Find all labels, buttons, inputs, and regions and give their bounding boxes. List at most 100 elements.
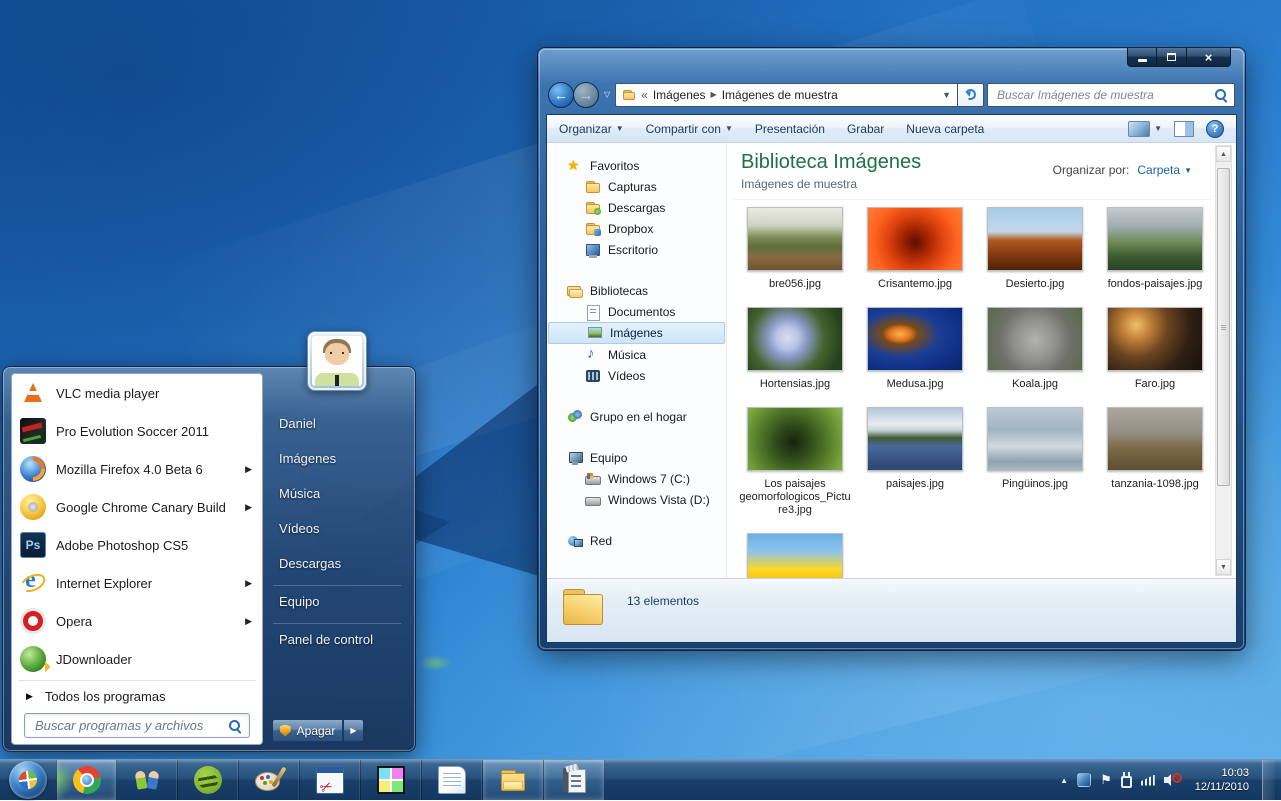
breadcrumb-separator-icon[interactable]: ▶ bbox=[711, 90, 717, 99]
taskbar-document-editor[interactable] bbox=[544, 760, 605, 800]
taskbar-paint[interactable] bbox=[239, 760, 300, 800]
program-firefox[interactable]: Mozilla Firefox 4.0 Beta 6▶ bbox=[12, 450, 262, 488]
recent-pages-dropdown[interactable]: ▽ bbox=[604, 90, 610, 99]
search-icon[interactable] bbox=[1215, 89, 1227, 101]
taskbar-snipping-tool[interactable] bbox=[300, 760, 361, 800]
file-item[interactable]: bre056.jpg bbox=[735, 201, 855, 301]
minimize-button[interactable] bbox=[1127, 48, 1157, 67]
start-equipo[interactable]: Equipo bbox=[279, 594, 319, 614]
nav-dropbox[interactable]: Dropbox bbox=[547, 218, 726, 239]
nav-escritorio[interactable]: Escritorio bbox=[547, 239, 726, 260]
file-item[interactable] bbox=[735, 527, 855, 578]
start-button[interactable] bbox=[0, 760, 56, 801]
file-name: Desierto.jpg bbox=[1006, 278, 1065, 291]
file-item[interactable]: Medusa.jpg bbox=[855, 301, 975, 401]
nav-windows7-c[interactable]: Windows 7 (C:) bbox=[547, 468, 726, 489]
power-icon[interactable] bbox=[1121, 773, 1132, 788]
file-item[interactable]: paisajes.jpg bbox=[855, 401, 975, 527]
nav-homegroup[interactable]: Grupo en el hogar bbox=[547, 406, 726, 427]
nav-videos[interactable]: Vídeos bbox=[547, 365, 726, 386]
program-photoshop[interactable]: Adobe Photoshop CS5 bbox=[12, 526, 262, 564]
scroll-down-arrow[interactable]: ▼ bbox=[1216, 559, 1231, 575]
close-button[interactable]: × bbox=[1186, 48, 1231, 67]
nav-red[interactable]: Red bbox=[547, 530, 726, 551]
all-programs[interactable]: ▶Todos los programas bbox=[12, 683, 262, 709]
nav-descargas[interactable]: Descargas bbox=[547, 197, 726, 218]
breadcrumb[interactable]: « Imágenes ▶ Imágenes de muestra ▼ bbox=[615, 83, 957, 107]
show-desktop-button[interactable] bbox=[1262, 760, 1275, 801]
search-icon[interactable] bbox=[229, 720, 241, 732]
nav-windowsvista-d[interactable]: Windows Vista (D:) bbox=[547, 489, 726, 510]
file-item[interactable]: Crisantemo.jpg bbox=[855, 201, 975, 301]
address-dropdown-icon[interactable]: ▼ bbox=[942, 90, 951, 100]
nav-label: Documentos bbox=[608, 305, 675, 319]
shutdown-button[interactable]: Apagar bbox=[272, 719, 343, 742]
breadcrumb-root[interactable]: Imágenes bbox=[653, 88, 706, 102]
action-center-flag-icon[interactable]: ⚑ bbox=[1100, 772, 1112, 788]
refresh-button[interactable] bbox=[957, 83, 984, 107]
program-chrome-canary[interactable]: Google Chrome Canary Build▶ bbox=[12, 488, 262, 526]
scrollbar-thumb[interactable] bbox=[1217, 168, 1230, 486]
nav-bibliotecas[interactable]: Bibliotecas bbox=[547, 280, 726, 301]
taskbar-spotify[interactable] bbox=[178, 760, 239, 800]
program-internet-explorer[interactable]: Internet Explorer▶ bbox=[12, 564, 262, 602]
file-item[interactable]: Los paisajes geomorfologicos_Picture3.jp… bbox=[735, 401, 855, 527]
show-hidden-icons-button[interactable]: ▲ bbox=[1060, 776, 1068, 785]
breadcrumb-collapse-icon[interactable]: « bbox=[641, 88, 648, 102]
taskbar-notepad[interactable] bbox=[422, 760, 483, 800]
arrange-by-value[interactable]: Carpeta▼ bbox=[1137, 163, 1192, 177]
nav-documentos[interactable]: Documentos bbox=[547, 301, 726, 322]
share-with-menu[interactable]: Compartir con▼ bbox=[646, 122, 733, 136]
taskbar-clock[interactable]: 10:03 12/11/2010 bbox=[1195, 766, 1249, 794]
nav-capturas[interactable]: Capturas bbox=[547, 176, 726, 197]
file-item[interactable]: fondos-paisajes.jpg bbox=[1095, 201, 1210, 301]
volume-muted-icon[interactable] bbox=[1164, 773, 1182, 787]
breadcrumb-current[interactable]: Imágenes de muestra bbox=[722, 88, 838, 102]
network-signal-icon[interactable] bbox=[1141, 775, 1155, 786]
search-input[interactable] bbox=[995, 87, 1215, 103]
start-imagenes[interactable]: Imágenes bbox=[279, 451, 336, 471]
file-item[interactable]: Faro.jpg bbox=[1095, 301, 1210, 401]
file-item[interactable]: Hortensias.jpg bbox=[735, 301, 855, 401]
shutdown-options-arrow[interactable]: ▶ bbox=[344, 719, 364, 742]
start-musica[interactable]: Música bbox=[279, 486, 320, 506]
slideshow-button[interactable]: Presentación bbox=[755, 122, 825, 136]
program-jdownloader[interactable]: JDownloader bbox=[12, 640, 262, 678]
new-folder-button[interactable]: Nueva carpeta bbox=[906, 122, 984, 136]
user-avatar[interactable] bbox=[307, 331, 367, 391]
file-item[interactable]: Pingüinos.jpg bbox=[975, 401, 1095, 527]
back-button[interactable]: ← bbox=[548, 82, 574, 108]
nav-label: Escritorio bbox=[608, 243, 658, 257]
burn-button[interactable]: Grabar bbox=[847, 122, 884, 136]
taskbar-messenger[interactable] bbox=[117, 760, 178, 800]
scroll-up-arrow[interactable]: ▲ bbox=[1216, 146, 1231, 162]
organize-menu[interactable]: Organizar▼ bbox=[559, 122, 624, 136]
start-videos[interactable]: Vídeos bbox=[279, 521, 319, 541]
program-vlc[interactable]: VLC media player bbox=[12, 374, 262, 412]
taskbar-chrome[interactable] bbox=[56, 760, 117, 800]
nav-favorites[interactable]: Favoritos bbox=[547, 155, 726, 176]
nav-equipo[interactable]: Equipo bbox=[547, 447, 726, 468]
help-button[interactable]: ? bbox=[1206, 120, 1224, 138]
tray-messenger-icon[interactable] bbox=[1077, 773, 1091, 787]
forward-button[interactable]: → bbox=[573, 82, 599, 108]
taskbar-explorer[interactable] bbox=[483, 760, 544, 800]
file-item[interactable]: Koala.jpg bbox=[975, 301, 1095, 401]
file-item[interactable]: Desierto.jpg bbox=[975, 201, 1095, 301]
start-descargas[interactable]: Descargas bbox=[279, 556, 341, 576]
nav-musica[interactable]: Música bbox=[547, 344, 726, 365]
preview-pane-button[interactable] bbox=[1174, 121, 1194, 137]
file-item[interactable]: tanzania-1098.jpg bbox=[1095, 401, 1210, 527]
libraries-icon bbox=[567, 283, 583, 299]
nav-imagenes-selected[interactable]: Imágenes bbox=[548, 322, 725, 344]
vertical-scrollbar[interactable]: ▲ ▼ bbox=[1215, 145, 1232, 576]
program-pes2011[interactable]: Pro Evolution Soccer 2011 bbox=[12, 412, 262, 450]
start-search-input[interactable] bbox=[33, 717, 229, 734]
start-user-daniel[interactable]: Daniel bbox=[279, 416, 316, 436]
taskbar-color-squares-app[interactable] bbox=[361, 760, 422, 800]
start-panel-de-control[interactable]: Panel de control bbox=[279, 632, 373, 652]
maximize-button[interactable] bbox=[1157, 48, 1186, 67]
program-opera[interactable]: Opera▶ bbox=[12, 602, 262, 640]
explorer-window[interactable]: × ← → ▽ « Imágenes ▶ Imágenes de muestra… bbox=[538, 48, 1245, 650]
views-button[interactable]: ▼ bbox=[1128, 121, 1162, 137]
